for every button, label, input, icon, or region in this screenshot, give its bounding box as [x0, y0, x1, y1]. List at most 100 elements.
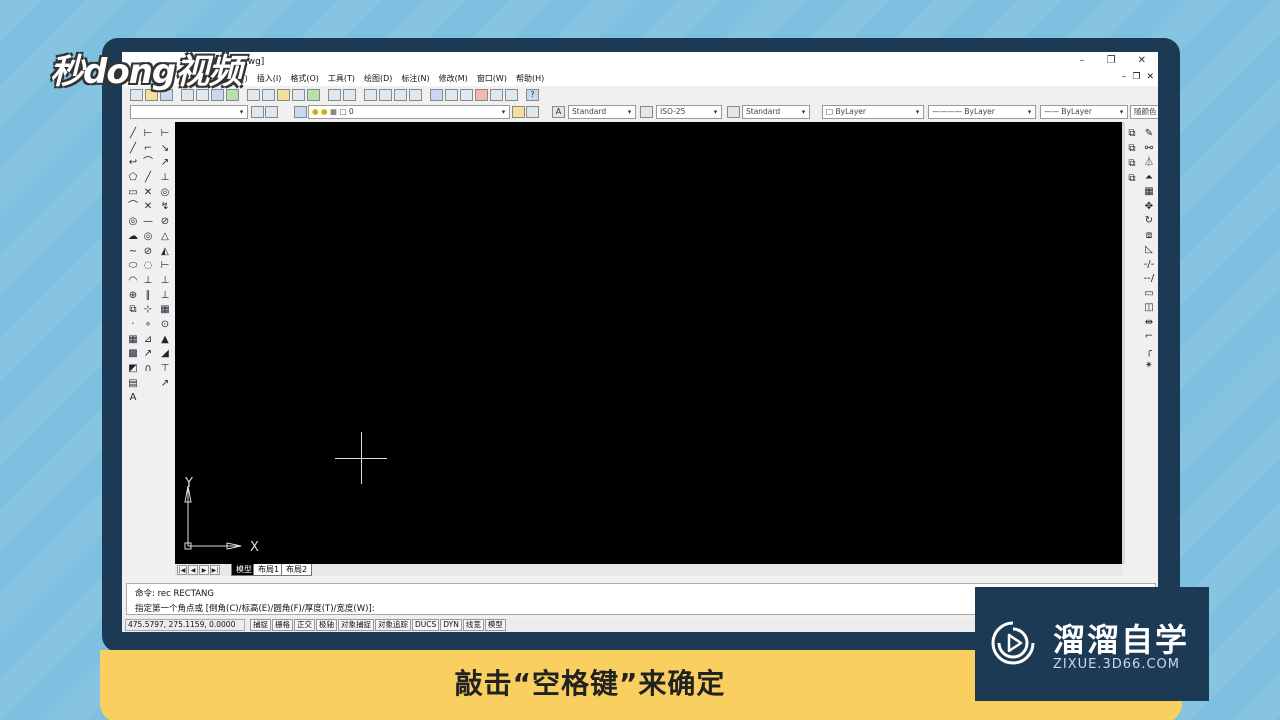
color-dropdown[interactable]: □ ByLayer ▾ — [822, 105, 924, 119]
ellipse-icon[interactable]: ⬭ — [127, 260, 139, 272]
layer-dropdown[interactable]: ● ● ■ □ 0 ▾ — [308, 105, 510, 119]
minimize-button[interactable]: – — [1080, 55, 1085, 66]
ortho-toggle[interactable]: 正交 — [294, 619, 315, 631]
match-properties-icon[interactable] — [292, 88, 305, 101]
first-tab-icon[interactable]: |◀ — [177, 565, 187, 575]
sheet-set-icon[interactable] — [475, 88, 488, 101]
linear-dim-icon[interactable]: ⊢ — [142, 128, 154, 140]
dyn-toggle[interactable]: DYN — [440, 619, 462, 631]
help-icon[interactable]: ? — [526, 88, 539, 101]
parallel-icon[interactable]: ∥ — [142, 290, 154, 302]
menu-draw[interactable]: 绘图(D) — [364, 73, 392, 84]
extend-icon[interactable]: ✕ — [142, 201, 154, 213]
cut-icon[interactable] — [247, 88, 260, 101]
radius-icon[interactable]: ◎ — [142, 231, 154, 243]
doc-minimize-button[interactable]: – — [1122, 72, 1127, 82]
snap-apparent-icon[interactable]: ↯ — [159, 201, 171, 213]
construction-line-icon[interactable]: ╱ — [127, 143, 139, 155]
snap-node-icon[interactable]: ⊙ — [159, 319, 171, 331]
arc-length-icon[interactable]: ⌒ — [142, 157, 154, 169]
menu-modify[interactable]: 修改(M) — [439, 73, 468, 84]
copy-object-icon[interactable]: ⚯ — [1143, 143, 1155, 155]
dim-style-dropdown[interactable]: ISO-25 ▾ — [656, 105, 722, 119]
diameter-icon[interactable]: ⊘ — [142, 246, 154, 258]
snap-insert-icon[interactable]: ▦ — [159, 304, 171, 316]
dim-update-icon[interactable]: ↗ — [159, 378, 171, 390]
snap-perpendicular-icon[interactable]: ⊥ — [159, 275, 171, 287]
snap-intersection-icon[interactable]: ◎ — [159, 187, 171, 199]
doc-restore-button[interactable]: ❐ — [1132, 72, 1140, 82]
tool-palettes-icon[interactable] — [460, 88, 473, 101]
make-block-icon[interactable]: ⧉ — [127, 304, 139, 316]
make-current-layer-icon[interactable] — [512, 106, 525, 118]
text-style-dropdown[interactable]: Standard ▾ — [568, 105, 636, 119]
mirror-icon[interactable]: ⏃ — [1143, 157, 1155, 169]
chamfer-icon[interactable]: ⌐ — [1143, 331, 1155, 343]
next-tab-icon[interactable]: ▶ — [199, 565, 209, 575]
zoom-previous-icon[interactable] — [409, 88, 422, 101]
workspace-settings-icon[interactable] — [251, 106, 264, 118]
last-tab-icon[interactable]: ▶| — [210, 565, 220, 575]
calculator-icon[interactable] — [505, 88, 518, 101]
snap-endpoint-icon[interactable]: ↗ — [159, 157, 171, 169]
rectangle-icon[interactable]: ▭ — [127, 187, 139, 199]
pan-icon[interactable] — [364, 88, 377, 101]
fillet-icon[interactable]: ╭ — [1143, 346, 1155, 358]
send-back-icon[interactable]: ⧉ — [1126, 143, 1138, 155]
snap-settings-icon[interactable]: ⊤ — [159, 363, 171, 375]
region-icon[interactable]: ◩ — [127, 363, 139, 375]
menu-insert[interactable]: 插入(I) — [257, 73, 282, 84]
polyline-icon[interactable]: ↩ — [127, 157, 139, 169]
grid-toggle[interactable]: 栅格 — [272, 619, 293, 631]
block-editor-icon[interactable] — [307, 88, 320, 101]
tab-layout2[interactable]: 布局2 — [281, 564, 313, 576]
design-center-icon[interactable] — [445, 88, 458, 101]
polygon-icon[interactable]: ⬠ — [127, 172, 139, 184]
send-under-icon[interactable]: ⧉ — [1126, 173, 1138, 185]
center-mark-icon[interactable]: ⊹ — [142, 304, 154, 316]
mtext-icon[interactable]: A — [127, 392, 139, 404]
trim-icon[interactable]: ✕ — [142, 187, 154, 199]
snap-toggle[interactable]: 捕捉 — [250, 619, 271, 631]
paste-icon[interactable] — [277, 88, 290, 101]
aligned-dim-icon[interactable]: ⌐ — [142, 143, 154, 155]
close-button[interactable]: ✕ — [1138, 55, 1146, 66]
ordinate-icon[interactable]: ╱ — [142, 172, 154, 184]
scale-icon[interactable]: ⧈ — [1143, 230, 1155, 242]
menu-dimension[interactable]: 标注(N) — [401, 73, 429, 84]
join-icon[interactable]: ⇹ — [1143, 317, 1155, 329]
extend-modify-icon[interactable]: --/ — [1143, 273, 1155, 285]
hatch-icon[interactable]: ▦ — [127, 334, 139, 346]
workspace-save-icon[interactable] — [265, 106, 278, 118]
move-icon[interactable]: ✥ — [1143, 201, 1155, 213]
workspace-dropdown[interactable]: ▾ — [130, 105, 248, 119]
prev-tab-icon[interactable]: ◀ — [188, 565, 198, 575]
angular-icon[interactable]: ◌ — [142, 260, 154, 272]
drawing-canvas[interactable]: Y X — [175, 122, 1122, 564]
bring-front-icon[interactable]: ⧉ — [1126, 128, 1138, 140]
lineweight-toggle[interactable]: 线宽 — [462, 619, 484, 631]
layer-previous-icon[interactable] — [526, 106, 539, 118]
maximize-button[interactable]: ❐ — [1107, 55, 1116, 66]
menu-help[interactable]: 帮助(H) — [516, 73, 544, 84]
insert-block-icon[interactable]: ⊕ — [127, 290, 139, 302]
bring-above-icon[interactable]: ⧉ — [1126, 158, 1138, 170]
circle-icon[interactable]: ◎ — [127, 216, 139, 228]
lineweight-dropdown[interactable]: —— ByLayer ▾ — [1040, 105, 1128, 119]
offset-icon[interactable]: ⏶ — [1143, 172, 1155, 184]
menu-window[interactable]: 窗口(W) — [477, 73, 507, 84]
osnap-toggle[interactable]: 对象捕捉 — [338, 619, 374, 631]
snap-parallel-icon[interactable]: ⊥ — [159, 290, 171, 302]
dim-style-icon[interactable] — [640, 106, 653, 118]
snap-nearest-icon[interactable]: ▲ — [159, 334, 171, 346]
explode-icon[interactable]: ✴ — [1143, 360, 1155, 372]
redo-icon[interactable] — [343, 88, 356, 101]
spline-icon[interactable]: ∼ — [127, 246, 139, 258]
rotate-icon[interactable]: ↻ — [1143, 215, 1155, 227]
snap-quadrant-icon[interactable]: ◭ — [159, 246, 171, 258]
zoom-realtime-icon[interactable] — [379, 88, 392, 101]
plot-style-dropdown[interactable]: 随颜色 — [1130, 105, 1158, 119]
break-at-point-icon[interactable]: ▭ — [1143, 288, 1155, 300]
snap-from-icon[interactable]: ↘ — [159, 143, 171, 155]
doc-close-button[interactable]: ✕ — [1146, 72, 1154, 82]
